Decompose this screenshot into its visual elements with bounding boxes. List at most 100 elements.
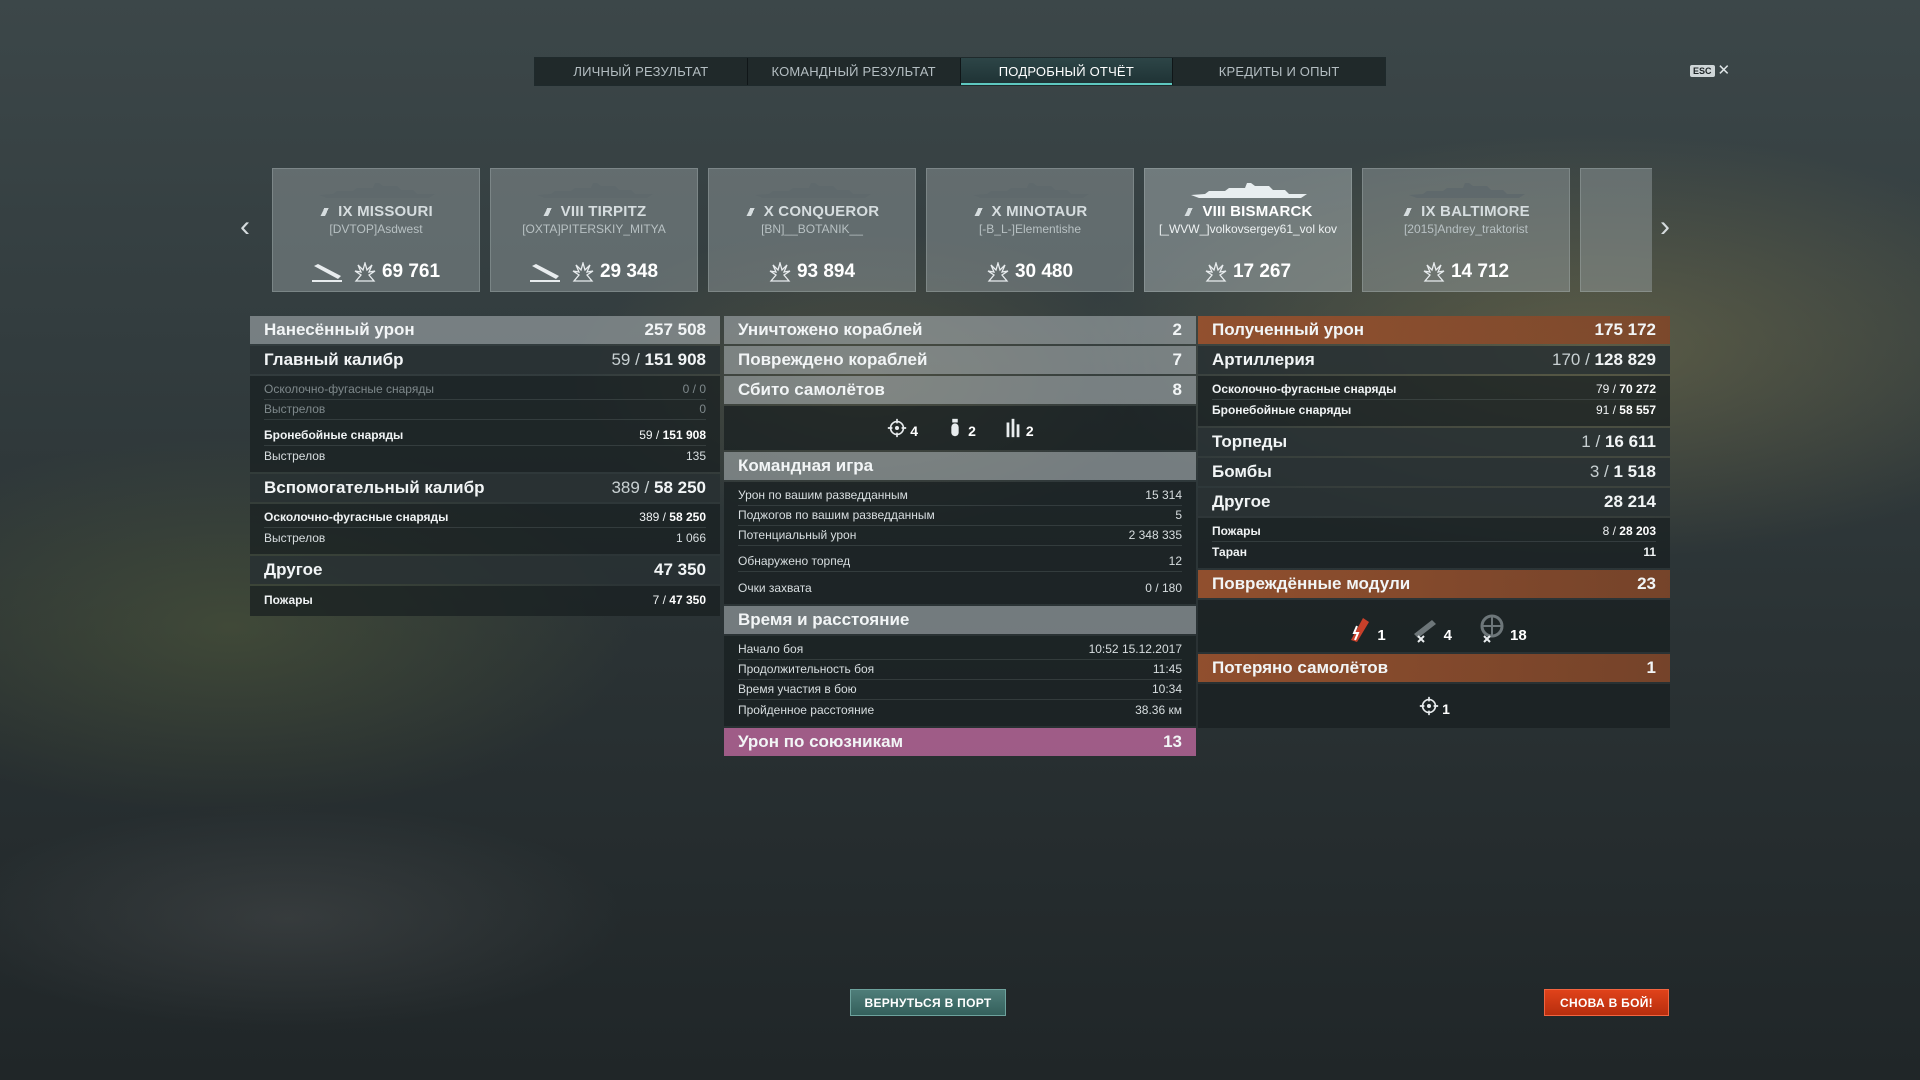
fighter-icon	[1419, 696, 1439, 716]
ally-damage-label: Урон по союзникам	[738, 732, 904, 751]
player-name: [OXTA]PITERSKIY_MITYA	[522, 222, 666, 236]
close-button[interactable]: ESC ✕	[1690, 63, 1730, 78]
bomber-stat: 2	[944, 417, 976, 439]
ship-class-icon	[319, 208, 334, 216]
ship-damage-value: 69 761	[381, 261, 441, 282]
artillery-header: Артиллерия 170 / 128 829	[1198, 346, 1670, 374]
damaged-ships-header: Повреждено кораблей 7	[724, 346, 1196, 374]
torpedoes-label: Торпеды	[1212, 432, 1288, 451]
received-damage-panel: Полученный урон 175 172 Артиллерия 170 /…	[1198, 316, 1670, 728]
damaged-ships-value: 7	[1172, 350, 1182, 369]
ship-sunk-icon	[311, 262, 342, 282]
torpedo-bomber-stat: 2	[1002, 417, 1034, 439]
main-battery-details: Осколочно-фугасные снаряды 0 / 0 Выстрело…	[250, 376, 720, 472]
ship-name: VIII BISMARCK	[1145, 203, 1351, 220]
stat-row: Продолжительность боя 11:45	[738, 660, 1182, 680]
carousel-prev-icon[interactable]: ‹	[240, 212, 250, 242]
main-battery-label: Главный калибр	[264, 350, 404, 369]
tab-personal-result[interactable]: ЛИЧНЫЙ РЕЗУЛЬТАТ	[535, 58, 748, 85]
planes-lost-header: Потеряно самолётов 1	[1198, 654, 1670, 682]
tab-detailed-report[interactable]: ПОДРОБНЫЙ ОТЧЁТ	[960, 58, 1174, 85]
time-distance-label: Время и расстояние	[738, 610, 910, 629]
other-received-value: 28 214	[1604, 492, 1656, 511]
planes-shot-label: Сбито самолётов	[738, 380, 885, 399]
fighter-stat: 4	[886, 417, 918, 439]
damage-icon	[354, 260, 376, 282]
close-icon: ✕	[1717, 62, 1731, 79]
stat-row: Время участия в бою 10:34	[738, 680, 1182, 700]
ship-name: X MINOTAUR	[927, 203, 1133, 220]
stat-row: Осколочно-фугасные снаряды 0 / 0	[264, 380, 706, 400]
ship-card[interactable]: X CONQUEROR [BN]__BOTANIK__ 93 894	[708, 168, 916, 292]
secondary-battery-header: Вспомогательный калибр 389 / 58 250	[250, 474, 720, 502]
stat-row: Урон по вашим разведданным 15 314	[738, 486, 1182, 506]
stat-row: Выстрелов 0	[264, 400, 706, 420]
destroyed-ships-label: Уничтожено кораблей	[738, 320, 923, 339]
ally-damage-header: Урон по союзникам 13	[724, 728, 1196, 756]
ship-damage-value: 14 712	[1450, 261, 1510, 282]
torpedoes-value: 1 / 16 611	[1581, 432, 1656, 451]
ally-damage-value: 13	[1163, 732, 1182, 751]
plane-types-row: 4 2 2	[724, 406, 1196, 450]
planes-lost-label: Потеряно самолётов	[1212, 658, 1389, 677]
artillery-details: Осколочно-фугасные снаряды 79 / 70 272 Бр…	[1198, 376, 1670, 426]
ship-damage-value: 17 267	[1232, 261, 1292, 282]
ship-silhouette-icon	[535, 183, 655, 199]
stat-row: Осколочно-фугасные снаряды 389 / 58 250	[264, 508, 706, 528]
bombs-label: Бомбы	[1212, 462, 1272, 481]
ship-card[interactable]: IX BALTIMORE [2015]Andrey_traktorist 14 71…	[1362, 168, 1570, 292]
ship-damage-value: 29 348	[599, 261, 659, 282]
team-play-details: Урон по вашим разведданным 15 314 Поджого…	[724, 482, 1196, 604]
ship-sunk-icon	[529, 262, 560, 282]
ship-class-icon	[1183, 208, 1198, 216]
damaged-modules-header: Повреждённые модули 23	[1198, 570, 1670, 598]
main-battery-value: 59 / 151 908	[611, 350, 706, 369]
lost-fighter-stat: 1	[1418, 695, 1450, 717]
dealt-damage-panel: Нанесённый урон 257 508 Главный калибр 5…	[250, 316, 720, 618]
damage-icon	[987, 260, 1009, 282]
artillery-label: Артиллерия	[1212, 350, 1315, 369]
dealt-damage-value: 257 508	[644, 320, 706, 339]
torpedo-bomber-icon	[1006, 418, 1020, 438]
result-tabs: ЛИЧНЫЙ РЕЗУЛЬТАТ КОМАНДНЫЙ РЕЗУЛЬТАТ ПОД…	[534, 57, 1386, 86]
ship-card[interactable]: X MINOTAUR [-B_L-]Elementishe 30 480	[926, 168, 1134, 292]
stat-row: Выстрелов 135	[264, 449, 706, 463]
stat-row: Бронебойные снаряды 59 / 151 908	[264, 426, 706, 446]
ship-card[interactable]: IX MISSOURI [DVTOP]Asdwest 69 761	[272, 168, 480, 292]
ship-name: IX BALTIMORE	[1363, 203, 1569, 220]
planes-lost-row: 1	[1198, 684, 1670, 728]
main-battery-header: Главный калибр 59 / 151 908	[250, 346, 720, 374]
ship-name: X CONQUEROR	[709, 203, 915, 220]
other-received-label: Другое	[1212, 492, 1271, 511]
secondary-battery-label: Вспомогательный калибр	[264, 478, 485, 497]
ship-card[interactable]: VIII BISMARCK [_WVW_]volkovsergey61_vol k…	[1144, 168, 1352, 292]
tab-team-result[interactable]: КОМАНДНЫЙ РЕЗУЛЬТАТ	[748, 58, 961, 85]
stat-row: Очки захвата 0 / 180	[738, 581, 1182, 595]
tab-credits-xp[interactable]: КРЕДИТЫ И ОПЫТ	[1173, 58, 1385, 85]
ship-silhouette-icon	[317, 183, 437, 199]
return-to-port-button[interactable]: ВЕРНУТЬСЯ В ПОРТ	[850, 989, 1006, 1016]
ship-card-partial[interactable]	[1580, 168, 1652, 292]
stat-row: Таран 11	[1212, 545, 1656, 559]
carousel-next-icon[interactable]: ›	[1660, 212, 1670, 242]
fire-module-icon	[1351, 618, 1370, 642]
stat-row: Потенциальный урон 2 348 335	[738, 526, 1182, 546]
other-received-header: Другое 28 214	[1198, 488, 1670, 516]
planes-shot-value: 8	[1172, 380, 1182, 399]
ship-card[interactable]: VIII TIRPITZ [OXTA]PITERSKIY_MITYA 29 348	[490, 168, 698, 292]
player-name: [DVTOP]Asdwest	[329, 222, 423, 236]
stat-row: Выстрелов 1 066	[264, 531, 706, 545]
dealt-damage-label: Нанесённый урон	[264, 320, 415, 339]
stat-row: Поджогов по вашим разведданным 5	[738, 506, 1182, 526]
ship-damage-value: 30 480	[1014, 261, 1074, 282]
dealt-damage-header: Нанесённый урон 257 508	[250, 316, 720, 344]
ship-name: VIII TIRPITZ	[491, 203, 697, 220]
ship-damage-row: 29 348	[491, 260, 697, 283]
ship-silhouette-icon	[1407, 183, 1527, 199]
ship-damage-row: 14 712	[1363, 260, 1569, 283]
battle-again-button[interactable]: СНОВА В БОЙ!	[1544, 989, 1669, 1016]
ship-class-icon	[1402, 208, 1417, 216]
received-damage-value: 175 172	[1594, 320, 1656, 339]
team-play-header: Командная игра	[724, 452, 1196, 480]
received-damage-header: Полученный урон 175 172	[1198, 316, 1670, 344]
